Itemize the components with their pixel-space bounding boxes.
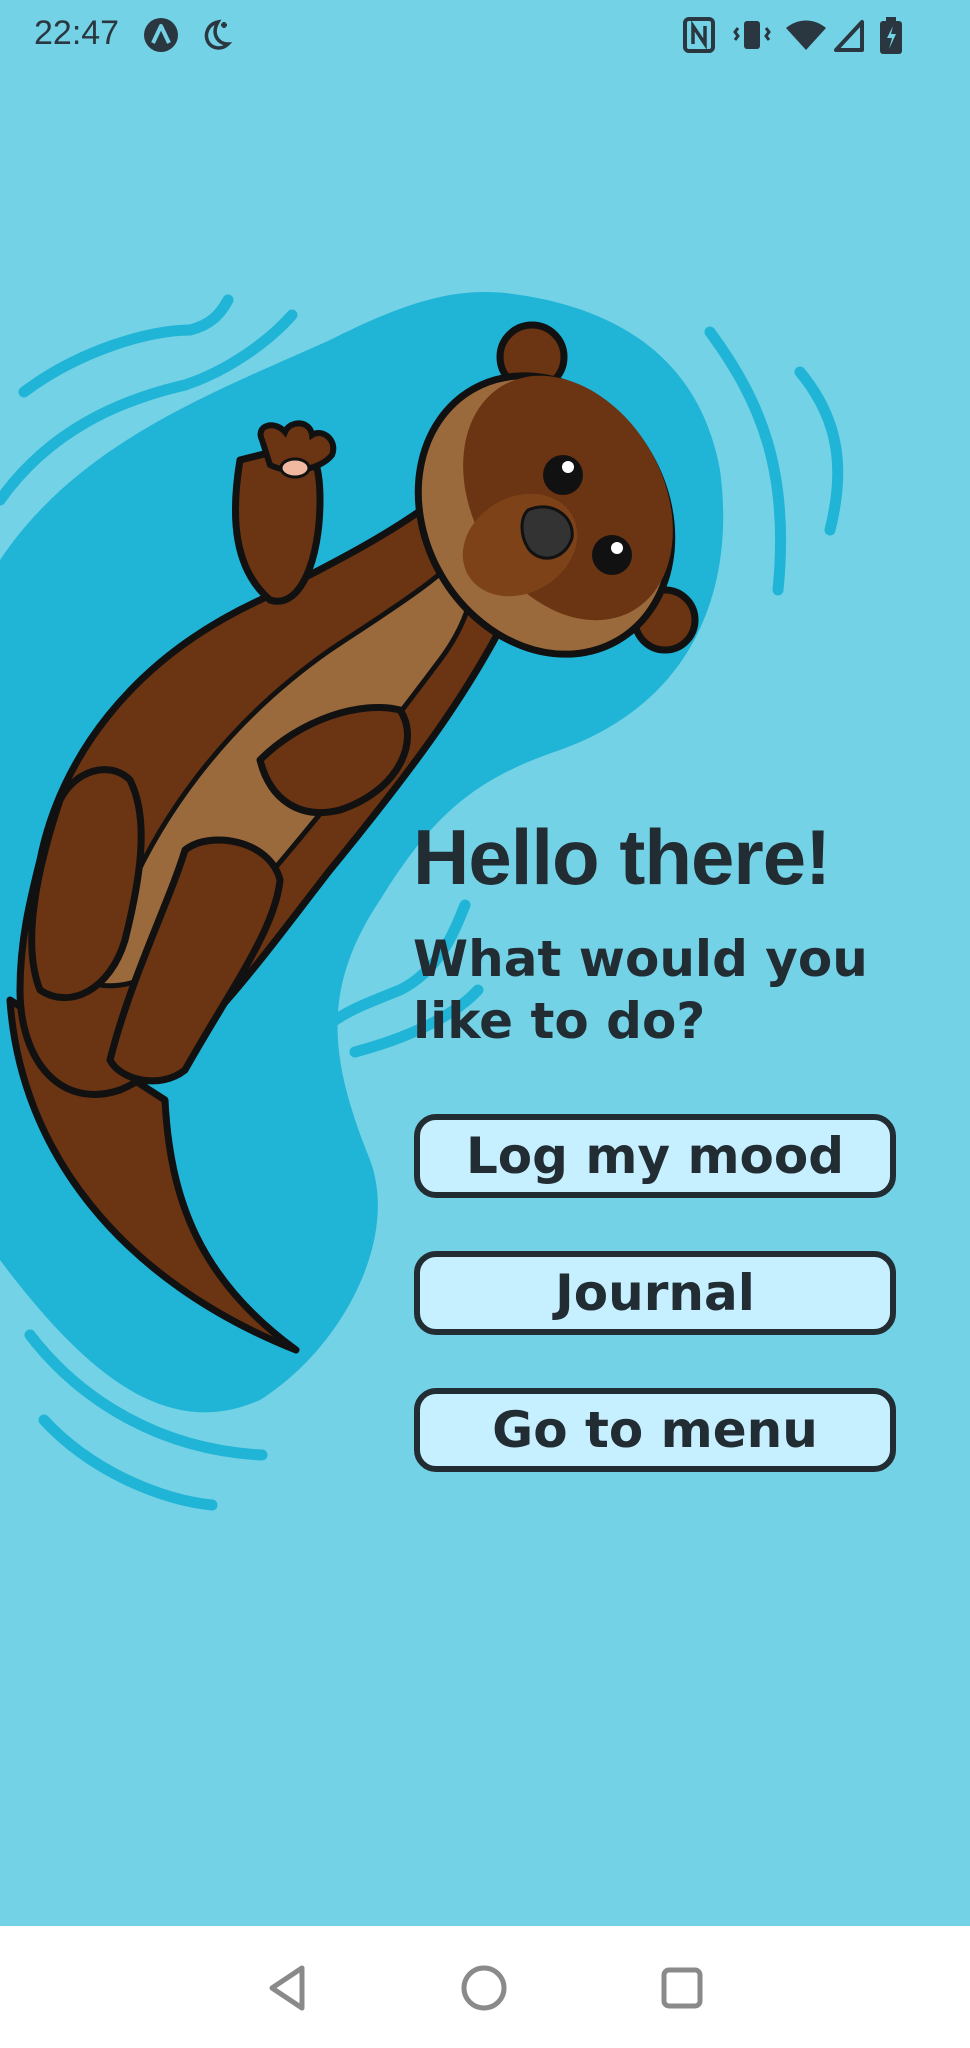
vibrate-icon [733, 21, 771, 49]
wifi-icon [786, 20, 826, 50]
prompt-text: What would you like to do? [413, 930, 868, 1050]
home-circle-icon[interactable] [452, 1956, 516, 2020]
nfc-icon [683, 17, 715, 53]
greeting-heading: Hello there! [413, 813, 831, 901]
do-not-disturb-moon-icon [204, 19, 233, 50]
status-bar: 22:47 [0, 0, 970, 72]
go-to-menu-button[interactable]: Go to menu [414, 1388, 896, 1472]
system-navigation-bar [0, 1926, 970, 2048]
back-triangle-icon[interactable] [256, 1956, 320, 2020]
battery-charging-icon [880, 17, 902, 54]
journal-button[interactable]: Journal [414, 1251, 896, 1335]
status-time: 22:47 [34, 14, 120, 52]
cell-signal-icon [834, 20, 864, 52]
paw-pad [279, 457, 311, 479]
home-screen: 22:47 Hello there! What would you like t… [0, 0, 970, 1926]
app-notification-icon [144, 18, 178, 52]
recents-square-icon[interactable] [650, 1956, 714, 2020]
log-mood-button[interactable]: Log my mood [414, 1114, 896, 1198]
